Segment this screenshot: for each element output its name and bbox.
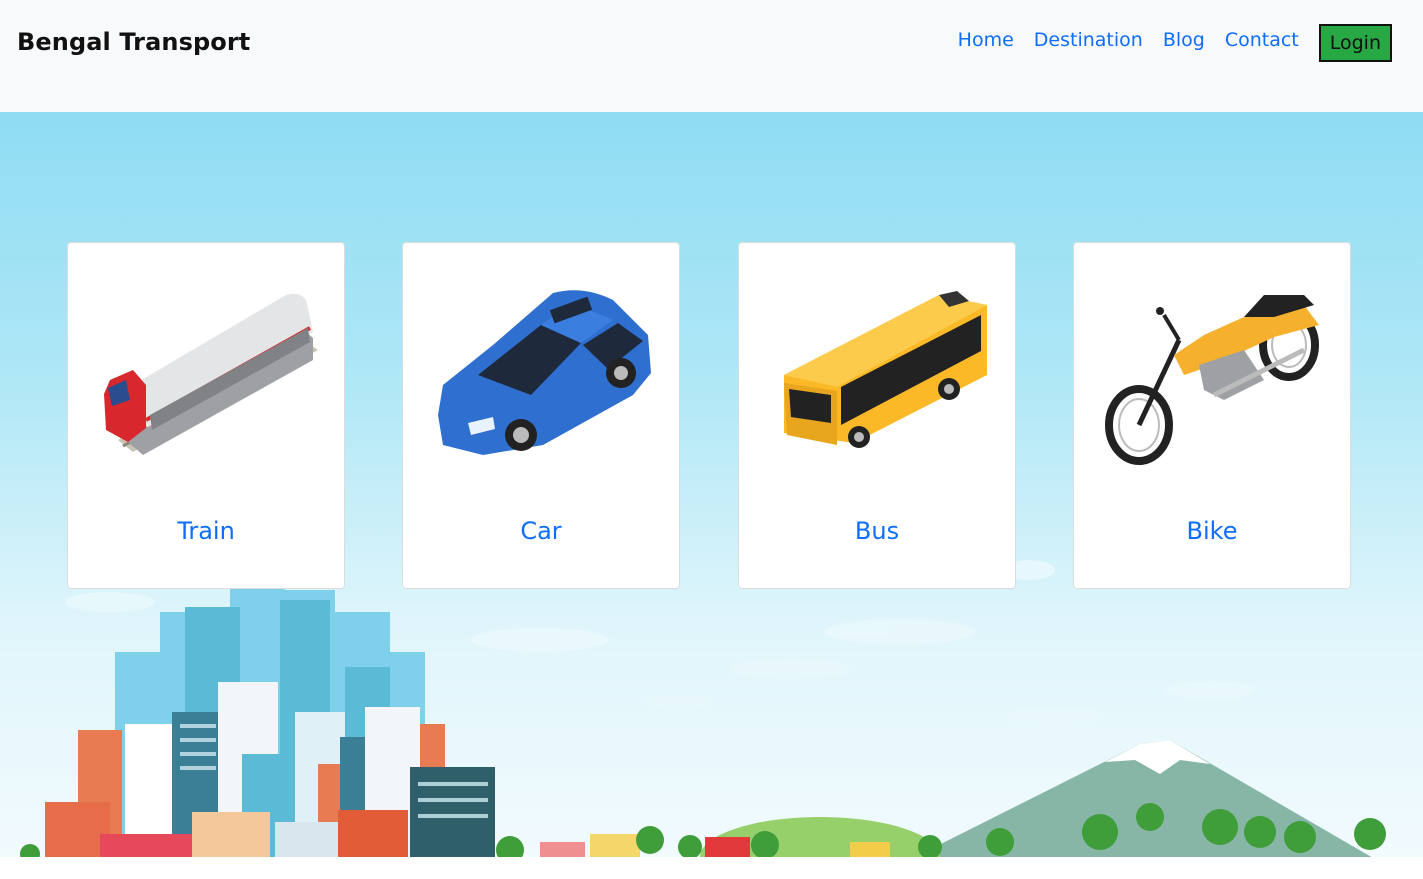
nav-link-blog[interactable]: Blog [1163, 26, 1205, 54]
brand-logo-text[interactable]: Bengal Transport [17, 28, 250, 56]
transport-card-car[interactable]: Car [402, 242, 680, 589]
navbar: Bengal Transport Home Destination Blog C… [0, 0, 1423, 112]
hero-section: Train Car Bus Bike [0, 112, 1423, 862]
bus-icon [784, 291, 987, 448]
card-title-bike[interactable]: Bike [1074, 517, 1350, 545]
nav-link-home[interactable]: Home [958, 26, 1014, 54]
transport-card-train[interactable]: Train [67, 242, 345, 589]
nav-link-contact[interactable]: Contact [1225, 26, 1299, 54]
train-icon [104, 293, 318, 455]
transport-card-bus[interactable]: Bus [738, 242, 1016, 589]
login-button[interactable]: Login [1318, 24, 1392, 62]
card-title-car[interactable]: Car [403, 517, 679, 545]
card-title-bus[interactable]: Bus [739, 517, 1015, 545]
car-icon [438, 290, 651, 455]
nav-links: Home Destination Blog Contact Login [958, 24, 1392, 62]
transport-card-bike[interactable]: Bike [1073, 242, 1351, 589]
motorcycle-icon [1105, 295, 1319, 465]
card-title-train[interactable]: Train [68, 517, 344, 545]
nav-link-destination[interactable]: Destination [1034, 26, 1143, 54]
